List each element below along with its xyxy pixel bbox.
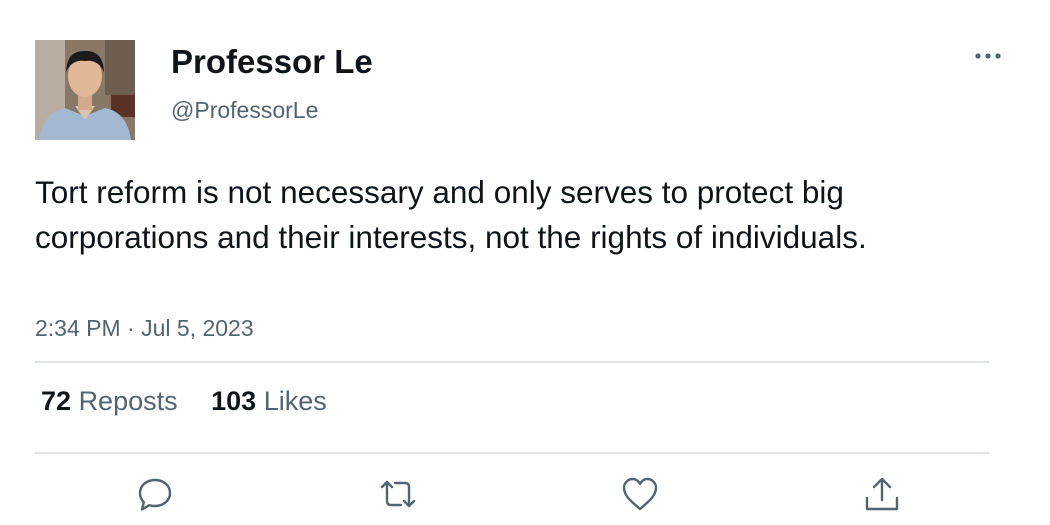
repost-button[interactable] xyxy=(378,474,418,514)
share-upload-icon xyxy=(865,477,899,511)
divider-top xyxy=(35,361,989,363)
ellipsis-icon xyxy=(975,53,1001,59)
user-handle[interactable]: @ProfessorLe xyxy=(171,97,318,124)
tweet-text: Tort reform is not necessary and only se… xyxy=(35,174,867,255)
avatar[interactable] xyxy=(35,40,135,140)
likes-label: Likes xyxy=(263,386,327,416)
engagement-stats: 72 Reposts 103 Likes xyxy=(41,386,353,417)
likes-stat[interactable]: 103 Likes xyxy=(211,386,327,416)
reposts-count: 72 xyxy=(41,386,72,416)
likes-count: 103 xyxy=(211,386,257,416)
profile-photo xyxy=(35,40,135,140)
more-options-button[interactable] xyxy=(970,40,1006,70)
reposts-label: Reposts xyxy=(78,386,178,416)
like-button[interactable] xyxy=(620,474,660,514)
reposts-stat[interactable]: 72 Reposts xyxy=(41,386,178,416)
display-name[interactable]: Professor Le xyxy=(171,43,373,81)
repost-arrows-icon xyxy=(380,480,416,508)
tweet-timestamp[interactable]: 2:34 PM · Jul 5, 2023 xyxy=(35,315,254,342)
share-button[interactable] xyxy=(862,474,902,514)
speech-bubble-icon xyxy=(138,478,172,511)
reply-button[interactable] xyxy=(135,474,175,514)
heart-icon xyxy=(622,477,658,511)
divider-bottom xyxy=(35,452,989,454)
